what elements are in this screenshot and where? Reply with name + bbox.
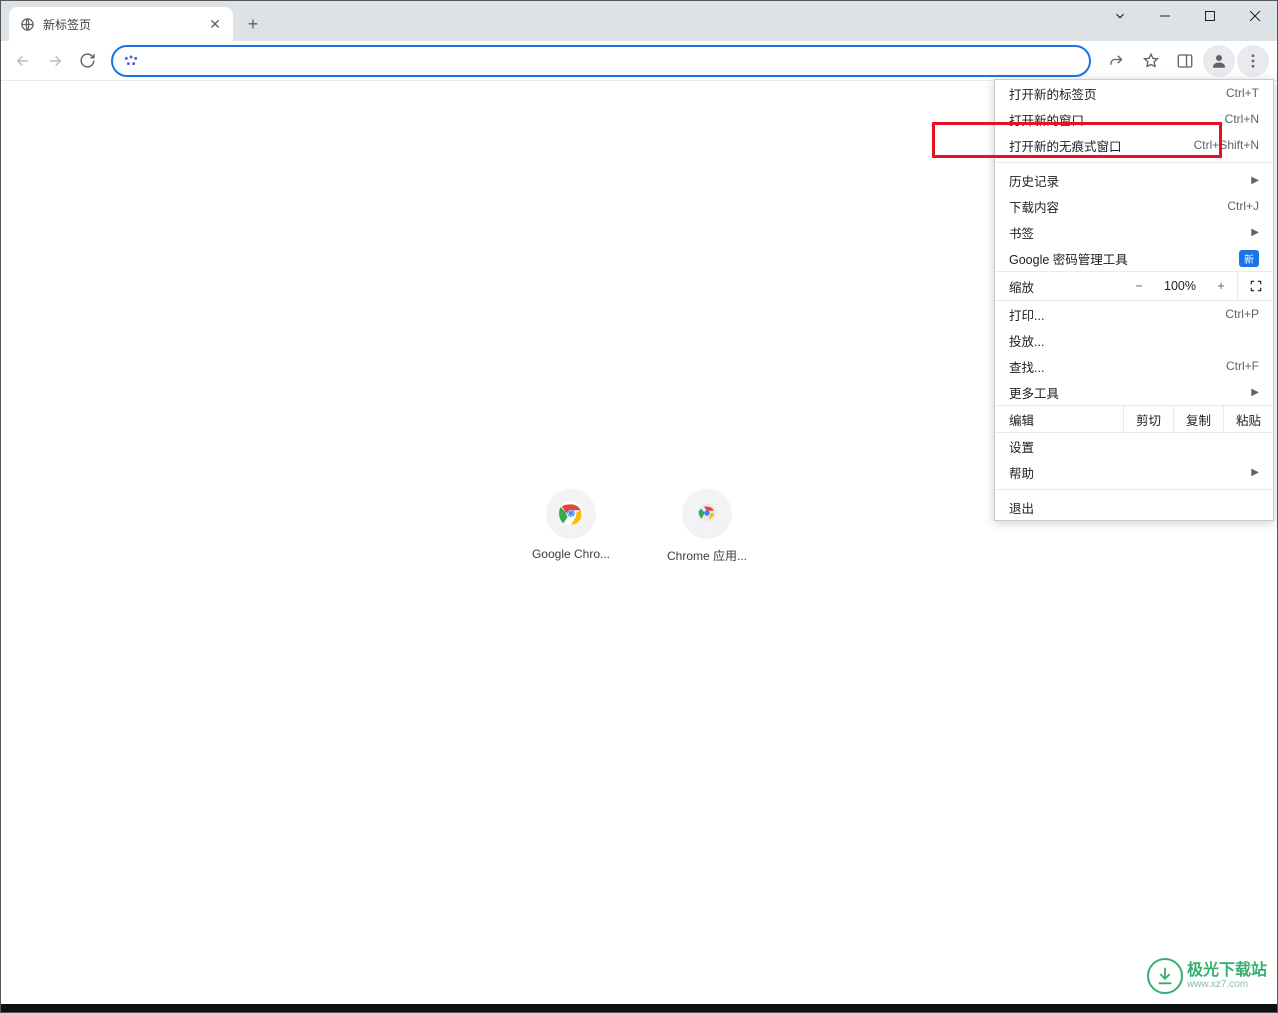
reload-button[interactable] [73, 47, 101, 75]
profile-avatar-icon[interactable] [1203, 45, 1235, 77]
address-bar[interactable] [111, 45, 1091, 77]
cut-button[interactable]: 剪切 [1123, 406, 1173, 432]
chevron-right-icon: ▶ [1251, 175, 1259, 186]
close-tab-icon[interactable]: ✕ [207, 16, 223, 32]
menu-separator [995, 162, 1273, 163]
shortcuts-row: Google Chro... Chrome 应用... [523, 489, 755, 564]
chevron-right-icon: ▶ [1251, 467, 1259, 478]
menu-help[interactable]: 帮助 ▶ [995, 459, 1273, 485]
share-icon[interactable] [1101, 45, 1133, 77]
toolbar-actions [1101, 45, 1269, 77]
menu-zoom-row: 缩放 − 100% + [995, 271, 1273, 301]
bookmark-star-icon[interactable] [1135, 45, 1167, 77]
menu-settings[interactable]: 设置 [995, 433, 1273, 459]
zoom-out-button[interactable]: − [1123, 279, 1155, 293]
paste-button[interactable]: 粘贴 [1223, 406, 1273, 432]
menu-bookmarks[interactable]: 书签 ▶ [995, 219, 1273, 245]
tabstrip: 新标签页 ✕ + [1, 1, 1277, 41]
menu-new-tab[interactable]: 打开新的标签页 Ctrl+T [995, 80, 1273, 106]
menu-passwords[interactable]: Google 密码管理工具 新 [995, 245, 1273, 271]
menu-more-tools[interactable]: 更多工具 ▶ [995, 379, 1273, 405]
maximize-button[interactable] [1187, 1, 1232, 31]
chrome-menu-button[interactable] [1237, 45, 1269, 77]
minimize-button[interactable] [1142, 1, 1187, 31]
menu-cast[interactable]: 投放... [995, 327, 1273, 353]
back-button[interactable] [9, 47, 37, 75]
close-button[interactable] [1232, 1, 1277, 31]
menu-downloads[interactable]: 下载内容 Ctrl+J [995, 193, 1273, 219]
sidepanel-icon[interactable] [1169, 45, 1201, 77]
shortcut-chrome[interactable]: Google Chro... [523, 489, 619, 564]
menu-find[interactable]: 查找... Ctrl+F [995, 353, 1273, 379]
copy-button[interactable]: 复制 [1173, 406, 1223, 432]
browser-tab[interactable]: 新标签页 ✕ [9, 7, 233, 41]
apps-icon [683, 489, 731, 537]
menu-exit[interactable]: 退出 [995, 494, 1273, 520]
menu-print[interactable]: 打印... Ctrl+P [995, 301, 1273, 327]
menu-separator [995, 489, 1273, 490]
menu-incognito[interactable]: 打开新的无痕式窗口 Ctrl+Shift+N [995, 132, 1273, 158]
fullscreen-icon[interactable] [1237, 272, 1273, 300]
menu-new-window[interactable]: 打开新的窗口 Ctrl+N [995, 106, 1273, 132]
chevron-right-icon: ▶ [1251, 387, 1259, 398]
forward-button[interactable] [41, 47, 69, 75]
new-badge: 新 [1239, 250, 1259, 267]
tab-title: 新标签页 [43, 16, 199, 33]
chrome-logo-icon [547, 489, 595, 537]
search-engine-icon [123, 53, 139, 69]
tab-search-icon[interactable] [1097, 1, 1142, 31]
menu-history[interactable]: 历史记录 ▶ [995, 167, 1273, 193]
zoom-value: 100% [1155, 279, 1205, 293]
watermark-logo-icon [1147, 958, 1183, 994]
chrome-menu-dropdown: 打开新的标签页 Ctrl+T 打开新的窗口 Ctrl+N 打开新的无痕式窗口 C… [994, 79, 1274, 521]
menu-edit-row: 编辑 剪切 复制 粘贴 [995, 405, 1273, 433]
window-controls [1097, 1, 1277, 31]
new-tab-button[interactable]: + [239, 10, 267, 38]
taskbar[interactable] [1, 1004, 1277, 1012]
zoom-in-button[interactable]: + [1205, 279, 1237, 293]
chevron-right-icon: ▶ [1251, 227, 1259, 238]
shortcut-label: Chrome 应用... [659, 547, 755, 564]
toolbar [1, 41, 1277, 81]
watermark: 极光下载站 www.xz7.com [1147, 958, 1267, 994]
globe-icon [19, 16, 35, 32]
shortcut-apps[interactable]: Chrome 应用... [659, 489, 755, 564]
shortcut-label: Google Chro... [523, 547, 619, 561]
